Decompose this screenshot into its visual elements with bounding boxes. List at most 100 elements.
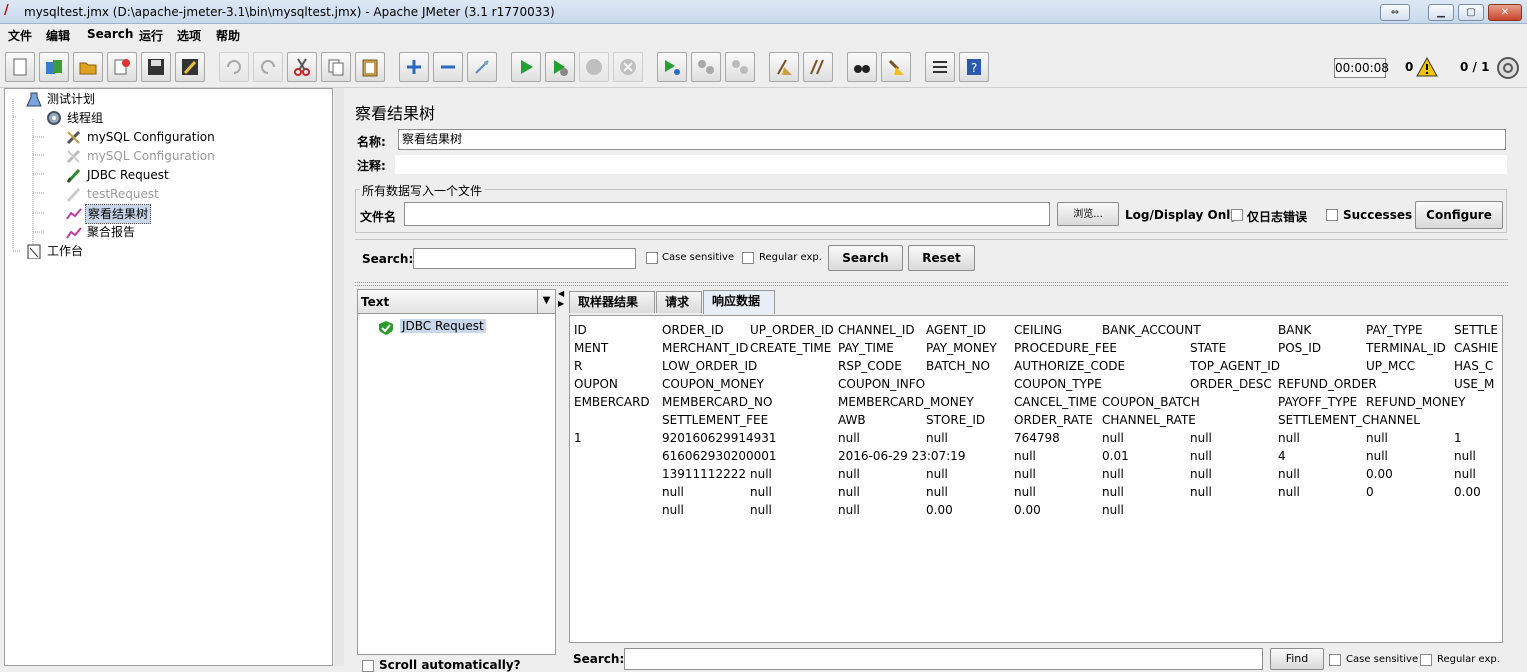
close-button[interactable]: ✕ <box>1488 4 1522 21</box>
search-input[interactable] <box>413 248 636 269</box>
maximize-button[interactable]: ▢ <box>1458 4 1484 21</box>
split-pane-divider[interactable] <box>334 88 344 666</box>
copy-button[interactable] <box>321 52 351 82</box>
scroll-automatically-checkbox[interactable] <box>362 660 374 672</box>
response-cell: COUPON_TYPE <box>1014 377 1102 391</box>
close-file-button[interactable] <box>107 52 137 82</box>
minimize-button[interactable]: ▁ <box>1428 4 1454 21</box>
clipboard-icon <box>27 244 41 259</box>
menu-file[interactable]: 文件 <box>8 27 32 44</box>
tab-response-data[interactable]: 响应数据 <box>703 290 775 314</box>
filename-input[interactable] <box>404 202 1050 226</box>
response-cell: PAYOFF_TYPE <box>1278 395 1358 409</box>
collapse-button[interactable] <box>433 52 463 82</box>
jmeter-feather-icon: / <box>4 3 9 18</box>
configure-button[interactable]: Configure <box>1415 201 1503 229</box>
graph-icon <box>66 208 82 220</box>
file-output-legend: 所有数据写入一个文件 <box>360 182 485 199</box>
open-button[interactable] <box>73 52 103 82</box>
renderer-select[interactable]: Text ▼ <box>358 290 555 314</box>
stop-button[interactable] <box>579 52 609 82</box>
remote-globe-icon[interactable] <box>1496 56 1520 80</box>
cut-button[interactable] <box>287 52 317 82</box>
graph-icon <box>66 227 82 239</box>
remote-shutdown-icon <box>732 60 748 74</box>
search-button[interactable] <box>847 52 877 82</box>
templates-button[interactable] <box>39 52 69 82</box>
menu-help[interactable]: 帮助 <box>216 27 240 44</box>
response-cell: 1 <box>574 431 582 445</box>
response-cell: TERMINAL_ID <box>1366 341 1446 355</box>
start-no-pause-button[interactable] <box>545 52 575 82</box>
title-bar: / mysqltest.jmx (D:\apache-jmeter-3.1\bi… <box>0 0 1527 24</box>
start-button[interactable] <box>511 52 541 82</box>
tab-sampler-result[interactable]: 取样器结果 <box>569 291 655 313</box>
tab-request[interactable]: 请求 <box>656 291 702 313</box>
reset-button[interactable]: Reset <box>908 245 975 271</box>
clear-all-button[interactable] <box>803 52 833 82</box>
response-cell: 4 <box>1278 449 1286 463</box>
response-cell: null <box>838 485 860 499</box>
search-submit-button[interactable]: Search <box>828 245 903 271</box>
case-sensitive-checkbox[interactable] <box>646 252 658 264</box>
errors-only-checkbox[interactable] <box>1231 209 1243 221</box>
function-helper-button[interactable] <box>925 52 955 82</box>
menu-edit[interactable]: 编辑 <box>46 27 70 44</box>
response-cell: null <box>1190 467 1212 481</box>
find-case-sensitive-label: Case sensitive <box>1346 654 1419 665</box>
successes-checkbox[interactable] <box>1326 209 1338 221</box>
shutdown-button[interactable] <box>613 52 643 82</box>
response-cell: null <box>750 467 772 481</box>
redo-button[interactable] <box>253 52 283 82</box>
play-no-timers-icon <box>554 60 568 76</box>
response-cell: 0.00 <box>1454 485 1481 499</box>
find-regex-checkbox[interactable] <box>1420 654 1432 666</box>
find-case-sensitive-checkbox[interactable] <box>1329 654 1341 666</box>
test-plan-tree: 测试计划 线程组 mySQL Configuration mySQL Confi… <box>4 88 333 666</box>
play-icon <box>521 60 533 74</box>
stop-icon <box>586 59 602 75</box>
menu-search[interactable]: Search <box>87 27 133 41</box>
find-input[interactable] <box>624 648 1263 670</box>
reset-search-button[interactable] <box>881 52 911 82</box>
results-split-handle[interactable]: ◀ ▶ <box>558 289 566 655</box>
errors-only-label: 仅日志错误 <box>1247 210 1308 224</box>
response-cell: null <box>926 431 948 445</box>
regex-checkbox[interactable] <box>742 252 754 264</box>
close-file-icon <box>114 59 130 75</box>
renderer-value: Text <box>361 295 390 309</box>
response-cell: null <box>1366 449 1388 463</box>
response-cell: 1 <box>1454 431 1462 445</box>
browse-button[interactable]: 浏览... <box>1057 202 1119 226</box>
save-as-button[interactable] <box>175 52 205 82</box>
restore-arrows-button[interactable]: ⇔ <box>1380 4 1410 21</box>
menu-run[interactable]: 运行 <box>139 27 163 44</box>
toggle-button[interactable] <box>467 52 497 82</box>
remote-stop-button[interactable] <box>691 52 721 82</box>
remote-start-button[interactable] <box>657 52 687 82</box>
broom-icon <box>777 59 792 75</box>
help-book-icon: ? <box>967 59 981 75</box>
vertical-split-handle[interactable] <box>355 282 1508 286</box>
new-button[interactable] <box>5 52 35 82</box>
case-sensitive-label: Case sensitive <box>662 252 735 263</box>
response-data-area[interactable]: ID ORDER_ID UP_ORDER_ID CHANNEL_ID AGENT_ID C… <box>569 315 1503 643</box>
clear-button[interactable] <box>769 52 799 82</box>
flask-icon <box>26 92 42 107</box>
help-button[interactable]: ? <box>959 52 989 82</box>
undo-button[interactable] <box>219 52 249 82</box>
response-cell: CANCEL_TIME <box>1014 395 1098 409</box>
save-button[interactable] <box>141 52 171 82</box>
response-cell: OUPON <box>574 377 618 391</box>
response-cell: 0.01 <box>1102 449 1129 463</box>
name-field[interactable]: 察看结果树 <box>398 129 1506 150</box>
response-cell: PAY_MONEY <box>926 341 997 355</box>
expand-button[interactable] <box>399 52 429 82</box>
find-button[interactable]: Find <box>1270 648 1324 670</box>
comment-field[interactable] <box>394 154 1508 175</box>
remote-shutdown-button[interactable] <box>725 52 755 82</box>
paste-button[interactable] <box>355 52 385 82</box>
warning-icon[interactable] <box>1416 57 1438 77</box>
menu-options[interactable]: 选项 <box>177 27 201 44</box>
response-cell: MEMBERCARD_NO <box>662 395 773 409</box>
